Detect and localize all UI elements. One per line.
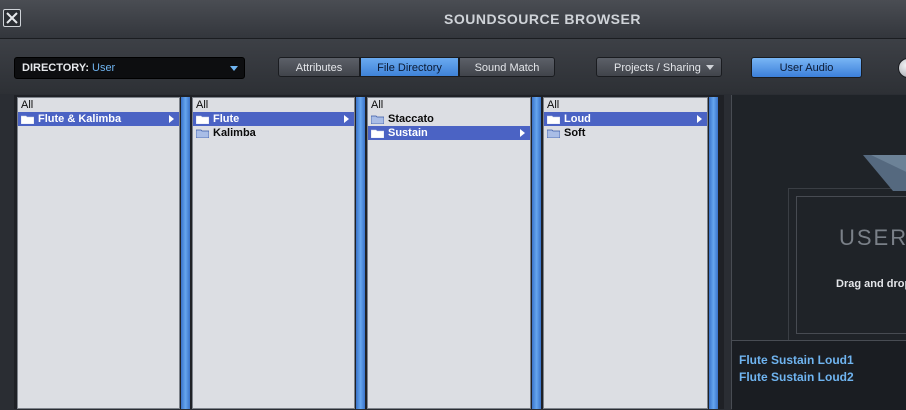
projects-sharing-dropdown[interactable]: Projects / Sharing [596,57,722,77]
projects-sharing-label: Projects / Sharing [614,62,701,74]
folder-icon [547,115,560,124]
tab-attributes[interactable]: Attributes [278,57,360,77]
folder-icon [547,129,560,138]
user-audio-panel: USER Drag and drop Flute Sustain Loud1 F… [731,95,906,410]
directory-select[interactable]: DIRECTORY: User [14,57,245,79]
list-item-label: Flute [213,113,240,125]
drop-zone-hint: Drag and drop [836,278,906,290]
browser-column-2[interactable]: All Flute Kalimba [192,97,355,409]
list-item[interactable]: Soft [544,126,707,140]
directory-label: DIRECTORY: [22,62,90,74]
list-item-label: Flute & Kalimba [38,113,122,125]
user-audio-button[interactable]: User Audio [751,57,862,78]
download-arrow-icon [863,155,906,191]
expand-arrow-icon [169,115,174,123]
expand-arrow-icon [697,115,702,123]
expand-arrow-icon [344,115,349,123]
expand-arrow-icon [520,129,525,137]
column-divider[interactable] [181,97,190,409]
list-item-label: Soft [564,127,586,139]
tab-sound-match[interactable]: Sound Match [459,57,555,77]
list-item[interactable]: Loud [544,112,707,126]
chevron-down-icon [230,66,238,71]
drop-zone[interactable] [796,196,906,334]
list-item-label: Sustain [388,127,428,139]
row-all[interactable]: All [18,98,179,112]
browser-column-3[interactable]: All Staccato Sustain [367,97,531,409]
row-all[interactable]: All [193,98,354,112]
folder-icon [196,129,209,138]
app-title: SOUNDSOURCE BROWSER [444,11,641,27]
list-item-label: Loud [564,113,591,125]
title-bar: SOUNDSOURCE BROWSER [0,0,906,39]
browser-column-1[interactable]: All Flute & Kalimba [17,97,180,409]
directory-value: User [92,62,116,74]
list-item[interactable]: Kalimba [193,126,354,140]
folder-icon [371,129,384,138]
list-item[interactable]: Flute & Kalimba [18,112,179,126]
column-divider[interactable] [356,97,365,409]
file-item[interactable]: Flute Sustain Loud1 [739,353,854,367]
folder-icon [196,115,209,124]
list-item[interactable]: Sustain [368,126,530,140]
drop-zone-title: USER [839,225,906,250]
list-item[interactable]: Flute [193,112,354,126]
list-item-label: Staccato [388,113,434,125]
tab-file-directory[interactable]: File Directory [360,57,459,77]
folder-icon [21,115,34,124]
file-item[interactable]: Flute Sustain Loud2 [739,370,854,384]
user-file-list: Flute Sustain Loud1 Flute Sustain Loud2 [732,340,906,410]
row-all[interactable]: All [544,98,707,112]
row-all[interactable]: All [368,98,530,112]
list-item[interactable]: Staccato [368,112,530,126]
browser-column-4[interactable]: All Loud Soft [543,97,708,409]
folder-icon [371,115,384,124]
column-divider[interactable] [532,97,541,409]
chevron-down-icon [706,65,714,70]
list-item-label: Kalimba [213,127,256,139]
column-divider[interactable] [709,97,718,409]
